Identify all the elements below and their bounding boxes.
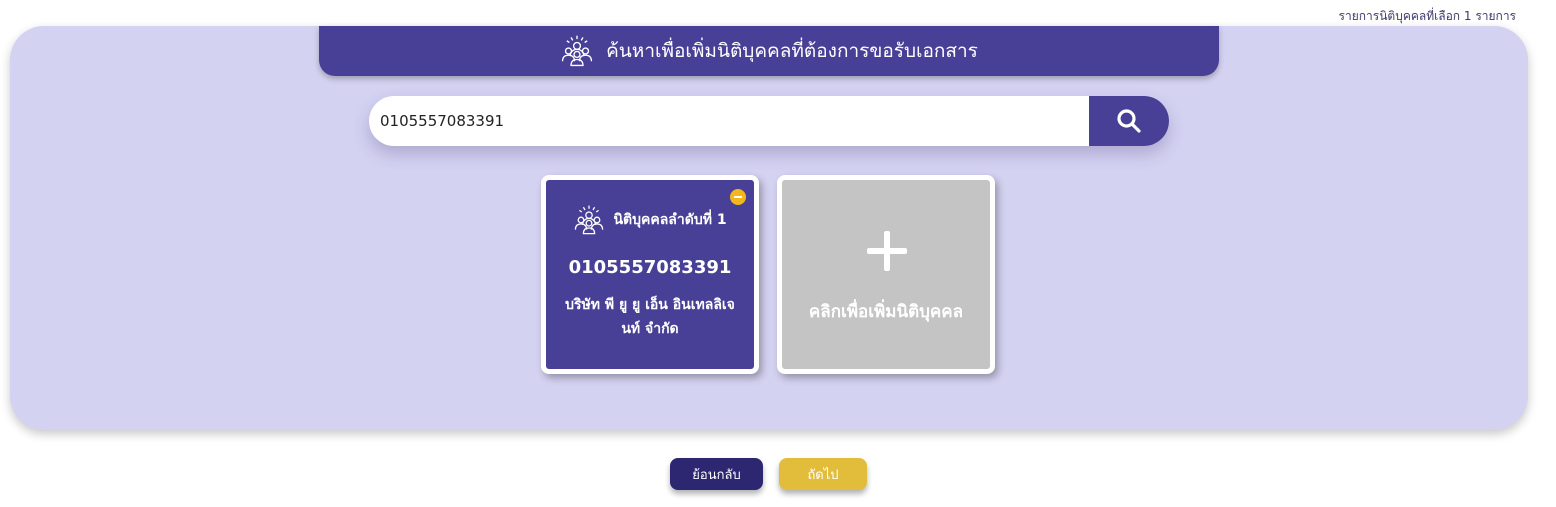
back-button[interactable]: ย้อนกลับ [670, 458, 763, 490]
entity-card-header: นิติบุคคลลำดับที่ 1 [546, 204, 754, 236]
search-button[interactable] [1089, 96, 1169, 146]
plus-icon [867, 231, 907, 271]
search-input[interactable] [369, 96, 1089, 146]
add-entity-label: คลิกเพื่อเพิ่มนิติบุคคล [808, 302, 964, 322]
entity-heading: นิติบุคคลลำดับที่ 1 [613, 212, 727, 228]
search-icon [1117, 109, 1141, 133]
next-button[interactable]: ถัดไป [779, 458, 867, 490]
remove-entity-button[interactable] [730, 189, 746, 205]
entity-name: บริษัท พี ยู ยู เอ็น อินเทลลิเจนท์ จำกัด [565, 297, 735, 337]
page-title: ค้นหาเพื่อเพิ่มนิติบุคคลที่ต้องการขอรับเ… [606, 40, 978, 62]
entity-registration-number: 0105557083391 [568, 257, 732, 278]
selection-counter: รายการนิติบุคคลที่เลือก 1 รายการ [1338, 9, 1516, 23]
entity-card: นิติบุคคลลำดับที่ 1 0105557083391 บริษัท… [541, 175, 759, 374]
search-panel [10, 26, 1528, 430]
search-bar [369, 96, 1169, 146]
add-entity-card[interactable]: คลิกเพื่อเพิ่มนิติบุคคล [777, 175, 995, 374]
people-group-icon [575, 205, 604, 235]
page-header: ค้นหาเพื่อเพิ่มนิติบุคคลที่ต้องการขอรับเ… [319, 26, 1219, 76]
minus-circle-icon [734, 196, 742, 198]
people-group-icon [561, 35, 593, 67]
